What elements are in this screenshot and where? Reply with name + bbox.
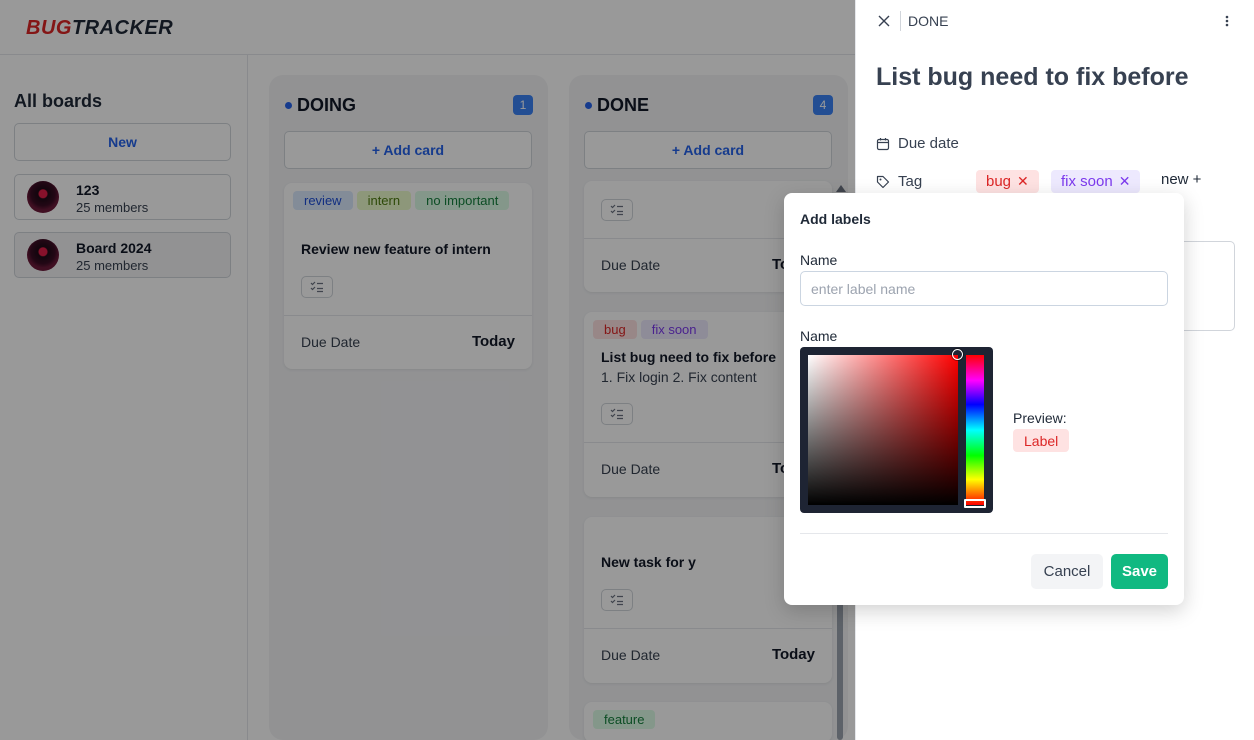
due-date-field-label[interactable]: Due date (898, 135, 959, 152)
modal-divider (800, 533, 1168, 534)
panel-tag-fix-soon: fix soon ✕ (1051, 170, 1141, 193)
save-button[interactable]: Save (1111, 554, 1168, 589)
saturation-value-area[interactable] (808, 355, 958, 505)
remove-tag-icon[interactable]: ✕ (1017, 173, 1029, 190)
color-picker (800, 347, 993, 513)
hue-slider-handle[interactable] (964, 499, 986, 508)
remove-tag-icon[interactable]: ✕ (1119, 173, 1131, 190)
panel-title[interactable]: List bug need to fix before (876, 63, 1189, 92)
panel-tag-text: bug (986, 173, 1012, 190)
panel-separator (900, 11, 901, 31)
color-cursor[interactable] (952, 349, 963, 360)
preview-chip: Label (1013, 429, 1070, 452)
calendar-icon (876, 137, 890, 151)
close-icon[interactable] (876, 13, 892, 29)
panel-status: DONE (908, 13, 949, 29)
tag-field-label: Tag (898, 173, 923, 190)
more-vertical-icon[interactable] (1221, 13, 1233, 29)
tag-icon (876, 175, 890, 189)
new-tag-button[interactable]: new + (1161, 171, 1201, 188)
panel-tag-text: fix soon (1061, 173, 1113, 190)
label-name-input[interactable] (800, 271, 1168, 306)
modal-title: Add labels (800, 211, 871, 227)
add-labels-modal: Add labels Name Name Preview: Label Canc… (784, 193, 1184, 605)
cancel-button[interactable]: Cancel (1031, 554, 1103, 589)
hue-slider[interactable] (966, 355, 984, 505)
color-field-label: Name (800, 328, 838, 344)
name-field-label: Name (800, 252, 838, 268)
preview-label: Preview: (1013, 410, 1067, 426)
panel-tag-bug: bug ✕ (976, 170, 1039, 193)
